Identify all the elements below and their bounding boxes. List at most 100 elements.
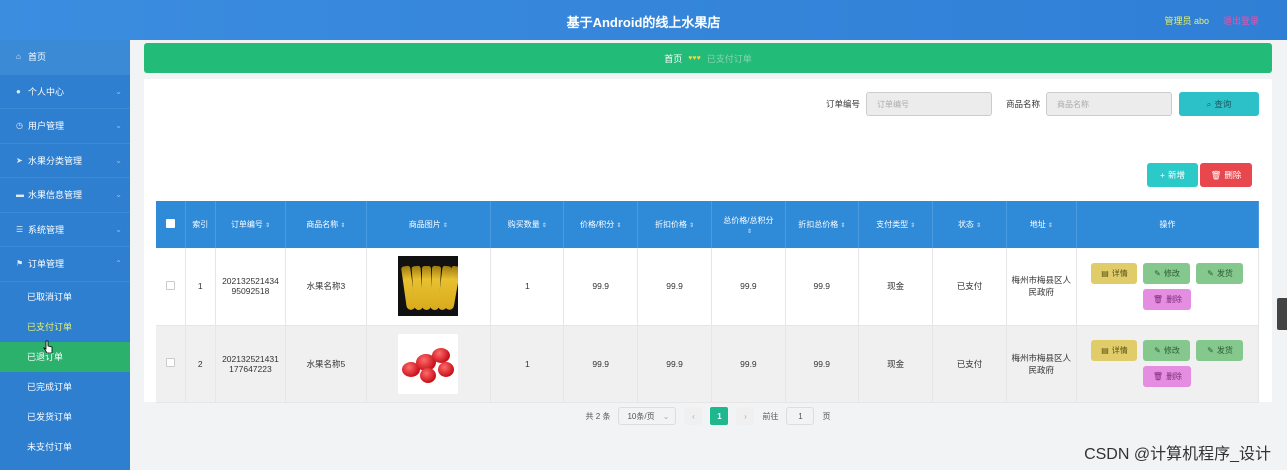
search-icon: ⌕	[1206, 98, 1212, 109]
mouse-cursor-icon	[43, 340, 53, 354]
ship-button[interactable]: ✎ 发货	[1196, 262, 1244, 284]
sidebar-sub-shipped[interactable]: 已发货订单	[0, 402, 130, 432]
table-row: 1 202132521434 95092518 水果名称3 1 99.9 99.…	[156, 248, 1260, 326]
sidebar-item-home[interactable]: ⌂ 首页	[0, 40, 130, 75]
col-pay-type[interactable]: 支付类型 ⇕	[858, 201, 934, 248]
page-size-value: 10条/页	[627, 411, 655, 421]
chevron-down-icon: ⌄	[115, 190, 122, 199]
sidebar-item-label: 用户管理	[28, 121, 65, 132]
select-all-cell[interactable]	[156, 201, 186, 248]
cell-pay-type: 现金	[858, 325, 934, 403]
cell-image	[366, 248, 492, 326]
sidebar-sub-refunded[interactable]: 已退 订单	[0, 341, 130, 372]
col-qty[interactable]: 购买数量 ⇕	[490, 201, 565, 248]
add-button[interactable]: + 新增	[1147, 163, 1198, 187]
row-checkbox[interactable]	[165, 280, 175, 290]
cell-discount-total: 99.9	[785, 248, 859, 326]
logout-link[interactable]: 退出登录	[1223, 14, 1259, 27]
col-status[interactable]: 状态 ⇕	[932, 201, 1007, 248]
col-label: 商品图片	[408, 220, 441, 229]
search-bar: 订单编号 订单编号 商品名称 商品名称 ⌕ 查询	[820, 92, 1272, 116]
cell-discount-total: 99.9	[785, 325, 859, 403]
sidebar-item-label: 首页	[28, 52, 47, 63]
bulk-delete-button[interactable]: 🗑 删除	[1200, 163, 1252, 187]
product-name-input[interactable]: 商品名称	[1046, 92, 1172, 116]
search-button[interactable]: ⌕ 查询	[1179, 92, 1259, 116]
edit-button[interactable]: ✎ 修改	[1143, 340, 1191, 361]
sort-icon[interactable]: ⇕	[616, 223, 621, 229]
document-icon: ▤	[1101, 268, 1109, 278]
goto-page-input[interactable]: 1	[786, 407, 815, 425]
col-order-no[interactable]: 订单编号 ⇕	[215, 201, 287, 248]
cell-actions: ▤ 详情 ✎ 修改 ✎ 发货 🗑 删除	[1076, 248, 1260, 326]
chevron-down-icon: ⌄	[115, 155, 122, 165]
document-icon: ▤	[1101, 346, 1109, 355]
sidebar-item-users[interactable]: ◷ 用户管理 ⌄	[0, 109, 130, 144]
col-discount[interactable]: 折扣价格 ⇕	[637, 201, 713, 248]
sort-icon[interactable]: ⇕	[340, 223, 345, 229]
sidebar-item-label: 个人中心	[28, 86, 65, 97]
sidebar-item-fruit-info[interactable]: ▬ 水果信息管理 ⌄	[0, 178, 130, 213]
side-drawer-handle[interactable]	[1277, 298, 1287, 330]
col-label: 地址	[1029, 220, 1046, 229]
col-discount-total[interactable]: 折扣总价格 ⇕	[785, 201, 859, 248]
trash-icon: 🗑	[1152, 372, 1164, 381]
chevron-down-icon: ⌄	[115, 224, 122, 234]
sort-icon[interactable]: ⇕	[910, 223, 915, 229]
send-icon: ➤	[16, 155, 23, 165]
detail-button[interactable]: ▤ 详情	[1091, 340, 1138, 361]
sort-icon[interactable]: ⇕	[747, 229, 752, 235]
sort-icon[interactable]: ⇕	[265, 223, 270, 229]
order-no-input[interactable]: 订单编号	[865, 92, 992, 116]
sort-icon[interactable]: ⇕	[976, 223, 981, 229]
page-size-select[interactable]: 10条/页 ⌄	[618, 407, 677, 425]
next-page-button[interactable]: ›	[736, 407, 755, 425]
ship-label: 发货	[1216, 346, 1233, 355]
sidebar-sub-unpaid[interactable]: 未支付订单	[0, 432, 130, 462]
pencil-icon: ✎	[1207, 268, 1214, 278]
sort-icon[interactable]: ⇕	[1048, 223, 1053, 229]
ship-button[interactable]: ✎ 发货	[1196, 340, 1244, 361]
chevron-down-icon: ⌄	[662, 411, 670, 421]
row-checkbox[interactable]	[165, 358, 175, 367]
sidebar-item-profile[interactable]: ● 个人中心 ⌄	[0, 75, 130, 109]
sort-icon[interactable]: ⇕	[443, 223, 448, 229]
col-image[interactable]: 商品图片 ⇕	[366, 201, 492, 248]
ship-label: 发货	[1216, 268, 1233, 278]
detail-button[interactable]: ▤ 详情	[1091, 262, 1138, 284]
top-bar: 基于Android的线上水果店 管理员 abo 退出登录	[0, 0, 1287, 40]
cell-order-no: 202132521434 95092518	[215, 248, 287, 326]
prev-page-button[interactable]: ‹	[684, 407, 703, 425]
col-address[interactable]: 地址 ⇕	[1006, 201, 1077, 248]
col-price[interactable]: 价格/积分 ⇕	[563, 201, 638, 248]
edit-button[interactable]: ✎ 修改	[1143, 262, 1191, 284]
total-count: 共 2 条	[585, 411, 611, 421]
col-total[interactable]: 总价格/总积分 ⇕	[711, 201, 786, 248]
search-button-label: 查询	[1214, 99, 1232, 109]
banana-image	[398, 256, 459, 317]
sort-icon[interactable]: ⇕	[542, 223, 547, 229]
cell-index: 1	[185, 248, 216, 326]
breadcrumb-home[interactable]: 首页	[664, 52, 682, 65]
sidebar-sub-completed[interactable]: 已完成订单	[0, 372, 130, 402]
col-product[interactable]: 商品名称 ⇕	[285, 201, 367, 248]
page-number-button[interactable]: 1	[710, 407, 729, 425]
product-name-label: 商品名称	[1005, 99, 1040, 109]
sidebar-item-system[interactable]: ☰ 系统管理 ⌄	[0, 213, 130, 247]
col-label: 购买数量	[507, 220, 540, 229]
order-no-label: 订单编号	[825, 99, 860, 109]
sidebar-sub-cancelled[interactable]: 已取消订单	[0, 282, 130, 312]
cell-address: 梅州市梅县区人民政府	[1006, 248, 1077, 326]
sidebar-item-orders[interactable]: ⚑ 订单管理 ⌃	[0, 247, 130, 282]
pencil-icon: ✎	[1154, 346, 1161, 355]
remove-button[interactable]: 🗑 删除	[1143, 366, 1192, 387]
chevron-down-icon: ⌄	[115, 121, 122, 130]
sort-icon[interactable]: ⇕	[840, 223, 845, 229]
orders-table: 索引 订单编号 ⇕ 商品名称 ⇕ 商品图片 ⇕ 购买数量 ⇕ 价格/积分 ⇕ 折扣价格 ⇕ …	[156, 201, 1260, 403]
remove-button[interactable]: 🗑 删除	[1143, 288, 1192, 310]
chevron-up-icon: ⌃	[115, 259, 122, 268]
sidebar-sub-paid[interactable]: 已支付订单	[0, 312, 130, 342]
select-all-checkbox[interactable]	[165, 219, 175, 228]
sidebar-item-fruit-category[interactable]: ➤ 水果分类管理 ⌄	[0, 144, 130, 178]
sort-icon[interactable]: ⇕	[689, 223, 694, 229]
